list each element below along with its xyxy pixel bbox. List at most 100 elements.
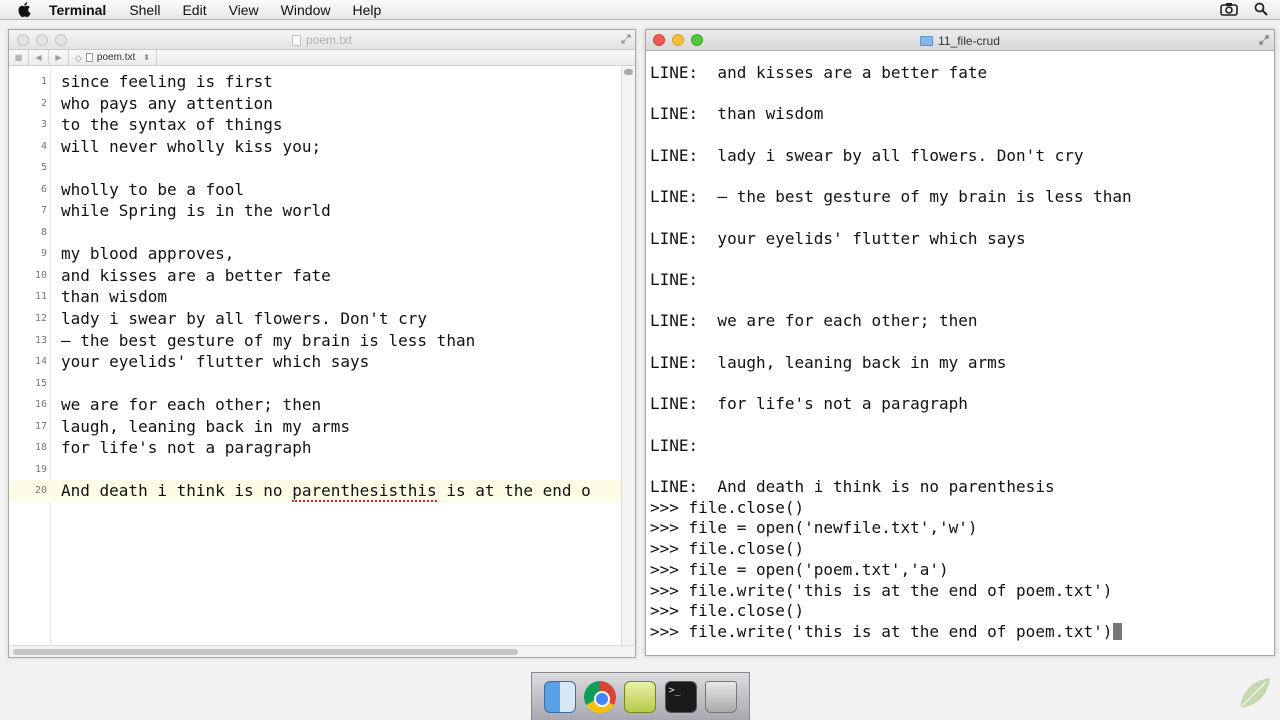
folder-icon xyxy=(920,36,934,46)
line-text: who pays any attention xyxy=(61,93,273,113)
menu-help[interactable]: Help xyxy=(352,2,381,18)
editor-line[interactable]: 5 xyxy=(9,157,621,179)
scroll-thumb[interactable] xyxy=(624,69,633,75)
line-text-segment: is at the end o xyxy=(436,481,591,501)
prompt-line: >>> file = open('poem.txt','a') xyxy=(650,560,949,579)
line-number: 3 xyxy=(40,119,47,131)
chrome-icon[interactable] xyxy=(584,680,617,713)
back-arrow-icon[interactable]: ◀ xyxy=(29,49,49,66)
line-number: 11 xyxy=(34,291,47,303)
editor-line[interactable]: 18 for life's not a paragraph xyxy=(9,437,621,459)
editor-line[interactable]: 3 to the syntax of things xyxy=(9,114,621,136)
output-line: LINE: lady i swear by all flowers. Don't… xyxy=(650,146,1083,165)
line-text: for life's not a paragraph xyxy=(61,438,312,458)
output-line: LINE: than wisdom xyxy=(650,104,823,123)
editor-line[interactable]: 17 laugh, leaning back in my arms xyxy=(9,416,621,438)
editor-line[interactable]: 16 we are for each other; then xyxy=(9,394,621,416)
menu-view[interactable]: View xyxy=(229,2,259,18)
editor-line[interactable]: 20 And death i think is no parenthesisthi… xyxy=(9,480,621,503)
line-text: – the best gesture of my brain is less t… xyxy=(61,330,476,350)
search-icon[interactable] xyxy=(1254,2,1268,16)
prompt-line: >>> file.write('this is at the end of po… xyxy=(650,622,1123,641)
editor-line[interactable]: 6 wholly to be a fool xyxy=(9,179,621,201)
terminal-window: 11_file-crud LINE: and kisses are a bett… xyxy=(645,29,1275,656)
line-text: we are for each other; then xyxy=(61,395,322,415)
editor-line[interactable]: 4 will never wholly kiss you; xyxy=(9,136,621,158)
line-number: 16 xyxy=(34,399,47,411)
line-text: while Spring is in the world xyxy=(61,201,331,221)
trash-icon[interactable] xyxy=(704,680,737,713)
terminal-title-text: 11_file-crud xyxy=(938,34,1000,48)
horizontal-scrollbar[interactable] xyxy=(9,645,635,657)
line-text: will never wholly kiss you; xyxy=(61,136,322,156)
editor-line[interactable]: 9 my blood approves, xyxy=(9,243,621,265)
fullscreen-icon[interactable] xyxy=(1259,35,1269,45)
editor-line[interactable]: 2 who pays any attention xyxy=(9,93,621,115)
editor-window: poem.txt ▦ ◀ ▶ ◇ poem.txt ⬍ 1 since feeli… xyxy=(8,29,636,658)
line-text: than wisdom xyxy=(61,287,167,307)
finder-icon[interactable] xyxy=(544,680,577,713)
editor-line[interactable]: 19 xyxy=(9,459,621,481)
terminal-icon[interactable]: >_ xyxy=(664,680,697,713)
document-icon xyxy=(291,35,301,46)
line-text: and kisses are a better fate xyxy=(61,265,331,285)
terminal-line-text: >>> file.write('this is at the end of po… xyxy=(650,580,1113,600)
breadcrumb[interactable]: ◇ poem.txt ⬍ xyxy=(69,49,157,66)
menubar-status-area xyxy=(1220,2,1268,16)
breadcrumb-file: poem.txt xyxy=(96,51,136,63)
vertical-scrollbar[interactable] xyxy=(621,67,635,645)
file-icon xyxy=(85,53,93,62)
output-line: LINE: xyxy=(650,270,698,289)
terminal-titlebar[interactable]: 11_file-crud xyxy=(646,30,1274,51)
fullscreen-icon[interactable] xyxy=(621,34,631,44)
terminal-line-text: LINE: we are for each other; then xyxy=(650,311,978,331)
line-number: 10 xyxy=(34,269,47,281)
apple-icon[interactable] xyxy=(17,2,31,17)
editor-line[interactable]: 7 while Spring is in the world xyxy=(9,200,621,222)
editor-title: poem.txt xyxy=(9,33,635,47)
line-text: my blood approves, xyxy=(61,244,235,264)
terminal-line-text: LINE: xyxy=(650,270,699,289)
misspelled-word[interactable]: parenthesisthis xyxy=(292,481,437,503)
prompt-line: >>> file.close() xyxy=(650,601,804,620)
editor-line[interactable]: 1 since feeling is first xyxy=(9,71,621,93)
editor-line[interactable]: 8 xyxy=(9,222,621,244)
scroll-thumb[interactable] xyxy=(13,649,518,655)
menu-terminal[interactable]: Terminal xyxy=(49,2,106,18)
output-line: LINE: – the best gesture of my brain is … xyxy=(650,187,1132,206)
editor-line[interactable]: 10 and kisses are a better fate xyxy=(9,265,621,287)
terminal-line-text: LINE: your eyelids' flutter which says xyxy=(650,228,1026,248)
line-number: 12 xyxy=(34,313,47,325)
editor-line[interactable]: 15 xyxy=(9,373,621,395)
line-number: 18 xyxy=(34,442,47,454)
text-cursor xyxy=(1113,622,1123,640)
editor-text-area[interactable]: 1 since feeling is first 2 who pays any att… xyxy=(9,71,621,503)
terminal-line-text: >>> file = open('newfile.txt','w') xyxy=(650,518,978,538)
editor-line[interactable]: 13 – the best gesture of my brain is less… xyxy=(9,330,621,352)
menu-window[interactable]: Window xyxy=(281,2,331,18)
terminal-output[interactable]: LINE: and kisses are a better fate LINE: … xyxy=(650,51,1274,655)
line-number: 4 xyxy=(40,140,47,152)
menu-bar: Terminal Shell Edit View Window Help xyxy=(0,0,1280,20)
terminal-line-text: LINE: And death i think is no parenthesi… xyxy=(650,477,1055,496)
grid-icon[interactable]: ▦ xyxy=(9,49,29,66)
editor-line[interactable]: 11 than wisdom xyxy=(9,286,621,308)
terminal-title: 11_file-crud xyxy=(646,34,1274,48)
camera-icon[interactable] xyxy=(1220,2,1238,16)
editor-line[interactable]: 12 lady i swear by all flowers. Don't cry xyxy=(9,308,621,330)
menu-shell[interactable]: Shell xyxy=(129,2,160,18)
editor-titlebar[interactable]: poem.txt xyxy=(9,30,635,50)
editor-navbar: ▦ ◀ ▶ ◇ poem.txt ⬍ xyxy=(9,49,635,66)
prompt-line: >>> file.close() xyxy=(650,498,804,517)
line-number: 14 xyxy=(34,356,47,368)
line-number: 7 xyxy=(40,205,47,217)
forward-arrow-icon[interactable]: ▶ xyxy=(49,49,69,66)
menu-edit[interactable]: Edit xyxy=(182,2,206,18)
line-number: 9 xyxy=(40,248,47,260)
prompt-line: >>> file.close() xyxy=(650,539,804,558)
line-text: And death i think is no parenthesisthis … xyxy=(61,481,591,503)
line-number: 8 xyxy=(40,226,47,238)
terminal-line-text: >>> file.close() xyxy=(650,539,805,559)
editor-line[interactable]: 14 your eyelids' flutter which says xyxy=(9,351,621,373)
wing-ide-icon[interactable] xyxy=(624,680,657,713)
